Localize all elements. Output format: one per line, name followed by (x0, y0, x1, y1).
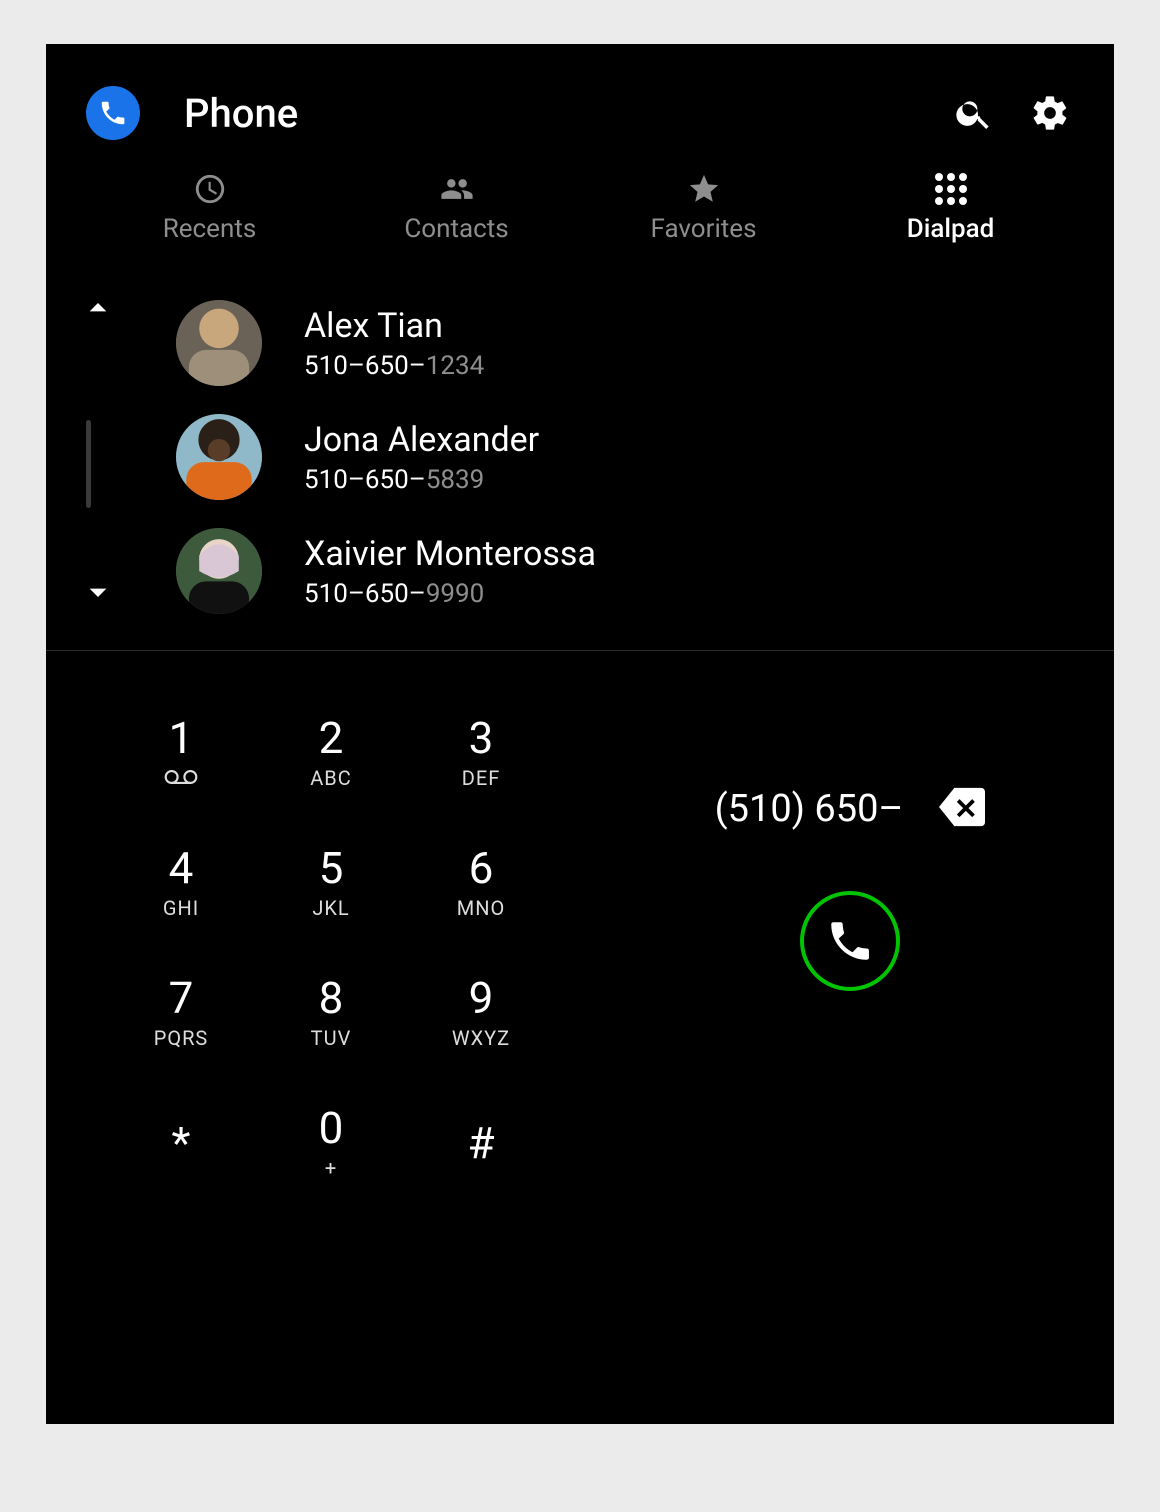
tab-recents[interactable]: Recents (86, 166, 333, 258)
avatar (176, 414, 262, 500)
tab-label: Recents (163, 214, 257, 244)
avatar (176, 528, 262, 614)
phone-app-screen: Phone Recents Contacts Favorites Di (46, 44, 1114, 1424)
scroll-indicator (86, 420, 91, 508)
typed-number: (510) 650– (715, 787, 904, 831)
phone-icon (98, 98, 128, 128)
contact-number: 510–650–1234 (304, 351, 484, 381)
tab-label: Favorites (651, 214, 757, 244)
dialpad-area: 1 2 ABC 3 DEF 4 GHI 5 JKL 6 MNO (46, 651, 1114, 1424)
scroll-up-button[interactable] (78, 288, 118, 332)
phone-app-icon (86, 86, 140, 140)
key-3[interactable]: 3 DEF (406, 691, 556, 815)
tab-dialpad[interactable]: Dialpad (827, 166, 1074, 258)
contact-text: Jona Alexander 510–650–5839 (304, 419, 539, 496)
dialpad-icon (934, 172, 968, 206)
settings-button[interactable] (1026, 89, 1074, 137)
scroll-down-button[interactable] (78, 572, 118, 616)
contact-row[interactable]: Xaivier Monterossa 510–650–9990 (176, 514, 1084, 628)
gear-icon (1030, 93, 1070, 133)
backspace-button[interactable] (939, 787, 985, 831)
tab-bar: Recents Contacts Favorites Dialpad (46, 166, 1114, 258)
call-button[interactable] (800, 891, 900, 991)
contact-name: Alex Tian (304, 305, 484, 348)
key-7[interactable]: 7 PQRS (106, 951, 256, 1075)
avatar (176, 300, 262, 386)
key-8[interactable]: 8 TUV (256, 951, 406, 1075)
tab-label: Dialpad (907, 214, 995, 244)
contact-text: Alex Tian 510–650–1234 (304, 305, 484, 382)
key-1[interactable]: 1 (106, 691, 256, 815)
key-9[interactable]: 9 WXYZ (406, 951, 556, 1075)
key-star[interactable]: * (106, 1081, 256, 1205)
voicemail-icon (164, 760, 198, 790)
key-hash[interactable]: # (406, 1081, 556, 1205)
contact-row[interactable]: Jona Alexander 510–650–5839 (176, 400, 1084, 514)
dial-right-panel: (510) 650– (556, 691, 1084, 1424)
clock-icon (193, 172, 227, 206)
key-5[interactable]: 5 JKL (256, 821, 406, 945)
tab-label: Contacts (404, 214, 508, 244)
suggestion-list: Alex Tian 510–650–1234 Jona Alexander 51… (46, 286, 1114, 651)
tab-favorites[interactable]: Favorites (580, 166, 827, 258)
contact-name: Xaivier Monterossa (304, 533, 596, 576)
search-icon (954, 93, 994, 133)
contacts-container: Alex Tian 510–650–1234 Jona Alexander 51… (46, 286, 1114, 650)
app-header: Phone (46, 44, 1114, 158)
contact-number: 510–650–9990 (304, 579, 596, 609)
key-2[interactable]: 2 ABC (256, 691, 406, 815)
chevron-down-icon (78, 572, 118, 612)
people-icon (440, 172, 474, 206)
backspace-icon (939, 787, 985, 827)
chevron-up-icon (78, 288, 118, 328)
key-4[interactable]: 4 GHI (106, 821, 256, 945)
search-button[interactable] (950, 89, 998, 137)
typed-number-row: (510) 650– (616, 787, 1084, 831)
key-6[interactable]: 6 MNO (406, 821, 556, 945)
contact-text: Xaivier Monterossa 510–650–9990 (304, 533, 596, 610)
star-icon (687, 172, 721, 206)
tab-contacts[interactable]: Contacts (333, 166, 580, 258)
phone-icon (825, 916, 875, 966)
app-title: Phone (184, 90, 922, 137)
contact-number: 510–650–5839 (304, 465, 539, 495)
contact-name: Jona Alexander (304, 419, 539, 462)
keypad: 1 2 ABC 3 DEF 4 GHI 5 JKL 6 MNO (106, 691, 556, 1424)
contact-row[interactable]: Alex Tian 510–650–1234 (176, 286, 1084, 400)
key-0[interactable]: 0 + (256, 1081, 406, 1205)
